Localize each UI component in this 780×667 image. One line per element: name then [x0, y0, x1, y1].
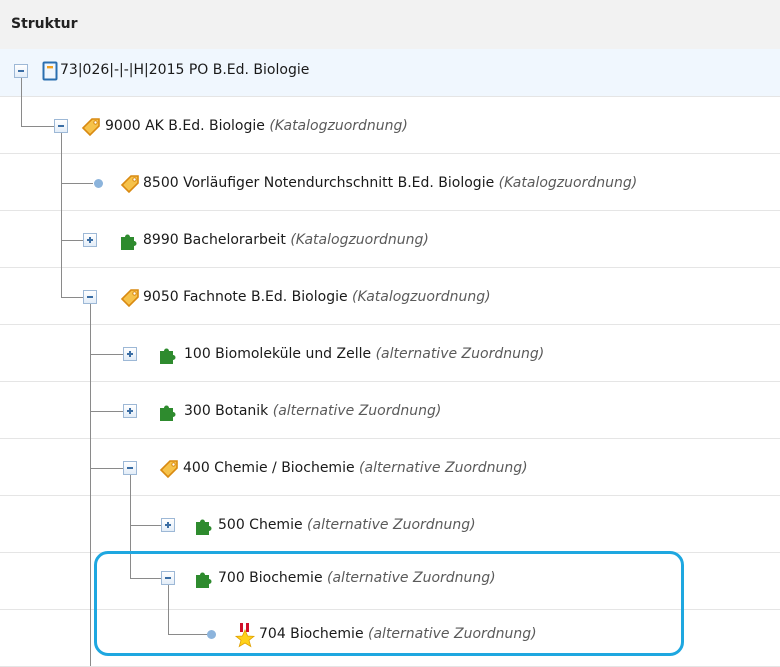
assignment-kind: (Katalogzuordnung) — [498, 175, 638, 191]
tree-label[interactable]: 400 Chemie / Biochemie (alternative Zuor… — [183, 460, 528, 476]
puzzle-piece-icon — [157, 400, 179, 426]
assignment-kind: (alternative Zuordnung) — [307, 517, 476, 533]
assignment-kind: (alternative Zuordnung) — [375, 346, 545, 362]
expand-toggle[interactable] — [123, 347, 137, 361]
expand-toggle[interactable] — [123, 404, 137, 418]
collapse-toggle-root[interactable] — [14, 64, 28, 78]
tree-label-text: 400 Chemie / Biochemie — [183, 460, 355, 476]
collapse-toggle[interactable] — [83, 290, 97, 304]
collapse-toggle[interactable] — [54, 119, 68, 133]
star-badge-icon — [233, 622, 257, 652]
assignment-kind: (alternative Zuordnung) — [359, 460, 528, 476]
tree-label[interactable]: 704 Biochemie (alternative Zuordnung) — [259, 626, 537, 642]
tree-label-text: 704 Biochemie — [259, 626, 364, 642]
tree-label[interactable]: 9000 AK B.Ed. Biologie (Katalogzuordnung… — [105, 118, 408, 134]
tree-label-root[interactable]: 73|026|-|-|H|2015 PO B.Ed. Biologie — [60, 62, 309, 78]
tree-label[interactable]: 300 Botanik (alternative Zuordnung) — [184, 403, 441, 419]
tree-label[interactable]: 500 Chemie (alternative Zuordnung) — [218, 517, 476, 533]
tree-label-text: 9000 AK B.Ed. Biologie — [105, 118, 265, 134]
assignment-kind: (alternative Zuordnung) — [272, 403, 442, 419]
tree-label[interactable]: 9050 Fachnote B.Ed. Biologie (Katalogzuo… — [143, 289, 491, 305]
tree-label-text: 9050 Fachnote B.Ed. Biologie — [143, 289, 348, 305]
collapse-toggle[interactable] — [161, 571, 175, 585]
assignment-kind: (Katalogzuordnung) — [352, 289, 491, 305]
program-bracket-icon — [42, 61, 58, 85]
tag-icon — [80, 115, 102, 141]
tree-label-text: 100 Biomoleküle und Zelle — [184, 346, 372, 362]
assignment-kind: (alternative Zuordnung) — [368, 626, 537, 642]
tree-label-text: 8990 Bachelorarbeit — [143, 232, 286, 248]
collapse-toggle[interactable] — [123, 461, 137, 475]
puzzle-piece-icon — [193, 567, 215, 593]
leaf-dot — [207, 630, 216, 639]
structure-title: Struktur — [11, 16, 78, 32]
expand-toggle[interactable] — [161, 518, 175, 532]
structure-header: Struktur — [0, 0, 780, 50]
tag-icon — [119, 172, 141, 198]
tag-icon — [158, 457, 180, 483]
puzzle-piece-icon — [157, 343, 179, 369]
expand-toggle[interactable] — [83, 233, 97, 247]
assignment-kind: (alternative Zuordnung) — [327, 570, 496, 586]
tree-label[interactable]: 8990 Bachelorarbeit (Katalogzuordnung) — [143, 232, 429, 248]
assignment-kind: (Katalogzuordnung) — [269, 118, 408, 134]
tree-label-text: 8500 Vorläufiger Notendurchschnitt B.Ed.… — [143, 175, 495, 191]
leaf-dot — [94, 179, 103, 188]
tree-label[interactable]: 700 Biochemie (alternative Zuordnung) — [218, 570, 496, 586]
puzzle-piece-icon — [193, 514, 215, 540]
assignment-kind: (Katalogzuordnung) — [290, 232, 429, 248]
tag-icon — [119, 286, 141, 312]
tree-label[interactable]: 8500 Vorläufiger Notendurchschnitt B.Ed.… — [143, 175, 637, 191]
puzzle-piece-icon — [118, 229, 140, 255]
tree-label-text: 700 Biochemie — [218, 570, 323, 586]
tree-label[interactable]: 100 Biomoleküle und Zelle (alternative Z… — [184, 346, 544, 362]
tree-label-text: 500 Chemie — [218, 517, 303, 533]
tree-label-text: 300 Botanik — [184, 403, 269, 419]
